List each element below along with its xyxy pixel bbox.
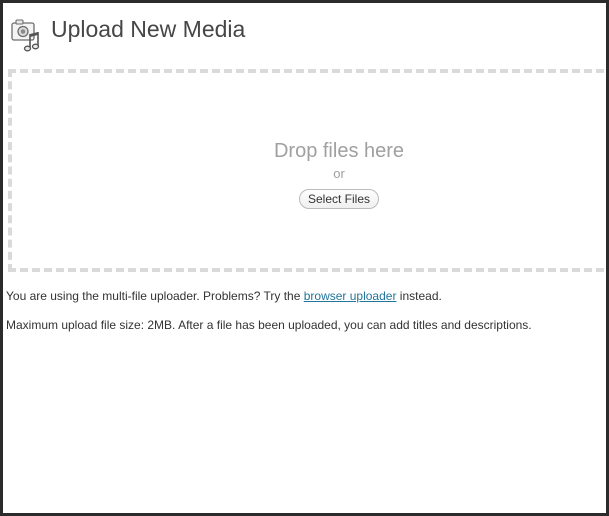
page-header: Upload New Media <box>9 15 245 55</box>
max-upload-size-text: Maximum upload file size: 2MB. After a f… <box>6 318 532 332</box>
uploader-info-prefix: You are using the multi-file uploader. P… <box>6 289 301 303</box>
select-files-button[interactable]: Select Files <box>298 189 380 209</box>
or-text: or <box>333 166 345 181</box>
drag-drop-area[interactable]: Drop files here or Select Files <box>8 69 606 272</box>
upload-media-window: Upload New Media Drop files here or Sele… <box>0 0 609 516</box>
browser-uploader-link[interactable]: browser uploader <box>304 289 397 303</box>
drop-area-content: Drop files here or Select Files <box>12 139 606 209</box>
uploader-info-text: You are using the multi-file uploader. P… <box>6 289 442 303</box>
drop-files-text: Drop files here <box>273 140 405 162</box>
media-library-icon <box>9 17 43 53</box>
page-title: Upload New Media <box>51 16 246 42</box>
uploader-info-suffix: instead. <box>399 289 442 303</box>
